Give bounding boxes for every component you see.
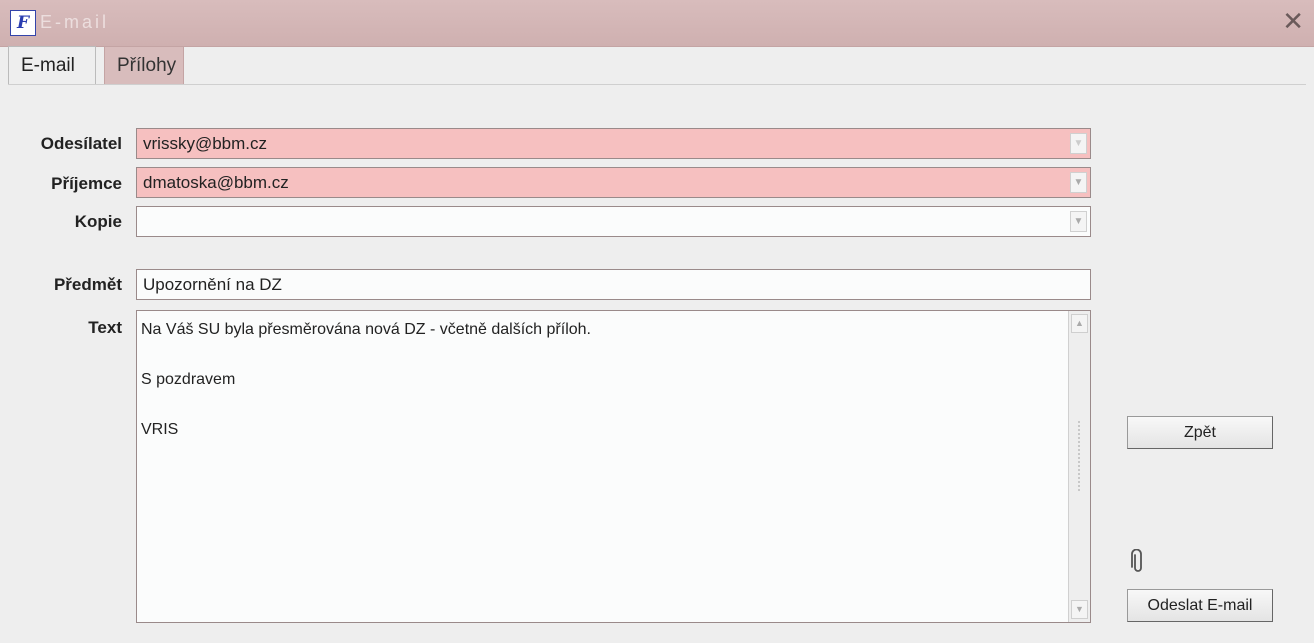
close-icon[interactable]: ✕ [1282,8,1304,34]
cc-field[interactable]: ▼ [136,206,1091,237]
message-line: VRIS [141,421,179,438]
cc-label: Kopie [74,212,122,231]
sender-label: Odesílatel [40,134,122,153]
message-body: Na Váš SU byla přesměrována nová DZ - vč… [141,317,1064,442]
sender-dropdown-icon[interactable]: ▼ [1070,133,1087,154]
sender-field[interactable]: vrissky@bbm.cz ▼ [136,128,1091,159]
app-logo-icon: F [10,10,36,36]
window-title: E-mail [40,12,110,32]
subject-label: Předmět [53,275,122,294]
vertical-scrollbar[interactable]: ▲ ▼ [1068,311,1090,622]
sender-value: vrissky@bbm.cz [143,134,267,153]
message-line: Na Váš SU byla přesměrována nová DZ - vč… [141,321,591,338]
send-email-button[interactable]: Odeslat E-mail [1127,589,1273,622]
cc-dropdown-icon[interactable]: ▼ [1070,211,1087,232]
text-label: Text [88,318,122,337]
scroll-up-icon[interactable]: ▲ [1071,314,1088,333]
tab-attachments[interactable]: Přílohy [104,46,184,84]
back-button[interactable]: Zpět [1127,416,1273,449]
message-line: S pozdravem [141,371,236,388]
tab-email[interactable]: E-mail [8,46,96,84]
recipient-value: dmatoska@bbm.cz [143,173,289,192]
title-bar: F E-mail ✕ [0,0,1314,47]
recipient-dropdown-icon[interactable]: ▼ [1070,172,1087,193]
subject-value: Upozornění na DZ [143,275,282,294]
subject-input[interactable]: Upozornění na DZ [136,269,1091,300]
message-line [141,342,1064,367]
message-textarea[interactable]: Na Váš SU byla přesměrována nová DZ - vč… [136,310,1091,623]
recipient-field[interactable]: dmatoska@bbm.cz ▼ [136,167,1091,198]
message-line [141,392,1064,417]
paperclip-icon[interactable] [1130,549,1146,575]
scroll-down-icon[interactable]: ▼ [1071,600,1088,619]
scroll-thumb-grip[interactable] [1078,421,1083,491]
recipient-label: Příjemce [51,174,122,193]
